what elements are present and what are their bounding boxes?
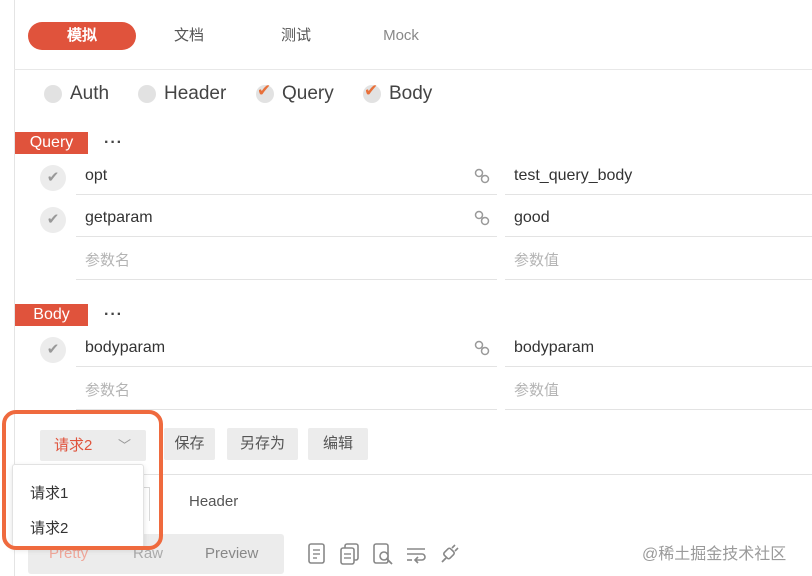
save-button[interactable]: 保存 [164, 428, 215, 460]
option-query[interactable]: Query [256, 80, 334, 108]
link-icon[interactable] [474, 340, 490, 356]
request-option-1[interactable]: 请求1 [30, 482, 68, 503]
search-doc-icon[interactable] [372, 542, 394, 566]
response-tab-header[interactable]: Header [189, 493, 238, 510]
request-select[interactable]: 请求2 ﹀ [40, 430, 146, 461]
doc-icon[interactable] [306, 542, 328, 566]
watermark: @稀土掘金技术社区 [642, 546, 787, 563]
check-icon [256, 81, 274, 103]
body-more-button[interactable]: ··· [104, 306, 123, 324]
request-select-value: 请求2 [54, 437, 93, 454]
query-row-check-icon[interactable]: ✔ [40, 165, 66, 191]
query-key-opt[interactable]: opt [76, 157, 497, 195]
chevron-down-icon: ﹀ [118, 438, 132, 453]
query-value-opt[interactable]: test_query_body [505, 157, 812, 195]
check-icon [363, 81, 381, 103]
save-as-button[interactable]: 另存为 [227, 428, 298, 460]
body-value-bodyparam[interactable]: bodyparam [505, 329, 812, 367]
wrap-icon[interactable] [405, 542, 427, 566]
query-more-button[interactable]: ··· [104, 134, 123, 152]
request-option-2[interactable]: 请求2 [30, 517, 68, 538]
format-preview-button[interactable]: Preview [205, 545, 258, 562]
copy-icon[interactable] [339, 542, 361, 566]
query-key-getparam[interactable]: getparam [76, 199, 497, 237]
query-row-check-icon[interactable]: ✔ [40, 207, 66, 233]
main-tabs: 模拟 文档 测试 Mock [14, 0, 812, 70]
tab-simulate[interactable]: 模拟 [28, 22, 136, 50]
query-new-value-input[interactable]: 参数值 [505, 242, 812, 280]
tab-mock[interactable]: Mock [366, 22, 436, 50]
link-icon[interactable] [474, 168, 490, 184]
edit-button[interactable]: 编辑 [308, 428, 368, 460]
tab-docs[interactable]: 文档 [154, 22, 224, 50]
option-auth[interactable]: Auth [44, 80, 109, 108]
radio-icon [44, 85, 62, 103]
body-new-key-input[interactable]: 参数名 [76, 372, 497, 410]
plug-icon[interactable] [438, 542, 460, 566]
body-new-value-input[interactable]: 参数值 [505, 372, 812, 410]
link-icon[interactable] [474, 210, 490, 226]
option-body-label: Body [389, 83, 433, 104]
tab-test[interactable]: 测试 [261, 22, 331, 50]
radio-icon [138, 85, 156, 103]
body-key-bodyparam[interactable]: bodyparam [76, 329, 497, 367]
query-new-key-input[interactable]: 参数名 [76, 242, 497, 280]
option-header[interactable]: Header [138, 80, 226, 108]
query-value-getparam[interactable]: good [505, 199, 812, 237]
body-section-tag: Body [15, 304, 88, 326]
option-header-label: Header [164, 83, 227, 104]
query-section-tag: Query [15, 132, 88, 154]
request-dropdown: 请求1 请求2 [12, 464, 144, 548]
option-auth-label: Auth [70, 83, 110, 104]
body-row-check-icon[interactable]: ✔ [40, 337, 66, 363]
option-query-label: Query [282, 83, 334, 104]
option-body[interactable]: Body [363, 80, 432, 108]
